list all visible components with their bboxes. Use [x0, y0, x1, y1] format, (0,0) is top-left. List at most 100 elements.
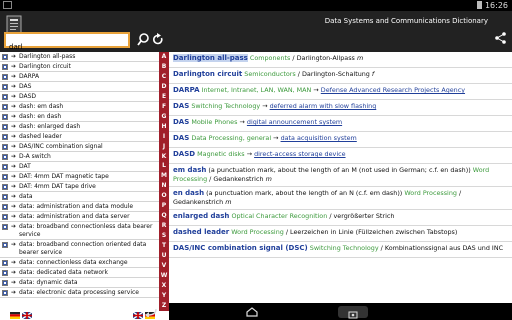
alphabet-letter-p[interactable]: P	[159, 201, 169, 211]
alphabet-letter-y[interactable]: Y	[159, 291, 169, 301]
dictionary-entry[interactable]: en dash (a punctuation mark, about the l…	[169, 187, 512, 210]
list-item[interactable]: ➔ dash: en dash	[0, 112, 159, 122]
alphabet-letter-z[interactable]: Z	[159, 301, 169, 311]
list-item[interactable]: ➔ data: electronic data processing servic…	[0, 288, 159, 298]
entry-term[interactable]: DARPA	[173, 86, 200, 94]
alphabet-letter-q[interactable]: Q	[159, 211, 169, 221]
list-item[interactable]: ➔ D-A switch	[0, 152, 159, 162]
entry-term[interactable]: enlarged dash	[173, 212, 229, 220]
entry-term[interactable]: Darlington circuit	[173, 70, 242, 78]
share-icon[interactable]	[495, 32, 506, 44]
entry-term[interactable]: en dash	[173, 189, 204, 197]
list-item[interactable]: ➔ DAT: 4mm DAT magnetic tape	[0, 172, 159, 182]
alphabet-letter-d[interactable]: D	[159, 82, 169, 92]
list-item[interactable]: ➔ DASD	[0, 92, 159, 102]
list-item[interactable]: ➔ DAS	[0, 82, 159, 92]
alphabet-letter-u[interactable]: U	[159, 251, 169, 261]
alphabet-letter-m[interactable]: M	[159, 171, 169, 181]
list-item[interactable]: ➔ Darlington circuit	[0, 62, 159, 72]
dictionary-entry[interactable]: em dash (a punctuation mark, about the l…	[169, 164, 512, 187]
recent-apps-button[interactable]	[338, 306, 368, 319]
list-item[interactable]: ➔ data: connectionless data exchange	[0, 258, 159, 268]
alphabet-letter-t[interactable]: T	[159, 241, 169, 251]
alphabet-letter-o[interactable]: O	[159, 191, 169, 201]
entry-term[interactable]: DAS	[173, 102, 189, 110]
alphabet-letter-a[interactable]: A	[159, 52, 169, 62]
list-item[interactable]: ➔ DAS/INC combination signal	[0, 142, 159, 152]
dictionary-entry[interactable]: DAS/INC combination signal (DSC) Switchi…	[169, 242, 512, 258]
list-item-label: data: administration and data module	[19, 203, 134, 210]
alphabet-letter-x[interactable]: X	[159, 281, 169, 291]
dictionary-entry[interactable]: Darlington all-pass Components / Darling…	[169, 52, 512, 68]
dictionary-entry[interactable]: DAS Data Processing, general → data acqu…	[169, 132, 512, 148]
entry-term[interactable]: DASD	[173, 150, 195, 158]
alphabet-letter-i[interactable]: I	[159, 132, 169, 142]
entry-term[interactable]: dashed leader	[173, 228, 229, 236]
entry-term[interactable]: DAS/INC combination signal (DSC)	[173, 244, 308, 252]
alphabet-letter-j[interactable]: J	[159, 142, 169, 152]
list-item[interactable]: ➔ DAT	[0, 162, 159, 172]
status-right: 16:26	[476, 0, 508, 11]
list-item[interactable]: ➔ DAT: 4mm DAT tape drive	[0, 182, 159, 192]
alphabet-letter-b[interactable]: B	[159, 62, 169, 72]
search-icon[interactable]	[137, 33, 149, 47]
home-icon[interactable]	[245, 307, 259, 317]
dictionary-entry[interactable]: enlarged dash Optical Character Recognit…	[169, 210, 512, 226]
entry-term[interactable]: Darlington all-pass	[173, 54, 248, 62]
entry-term[interactable]: DAS	[173, 134, 189, 142]
arrow-icon: ➔	[11, 269, 17, 276]
entry-link[interactable]: deferred alarm with slow flashing	[270, 102, 377, 110]
entry-term[interactable]: em dash	[173, 166, 206, 174]
flag-icon	[2, 104, 8, 110]
list-item[interactable]: ➔ dashed leader	[0, 132, 159, 142]
alphabet-letter-e[interactable]: E	[159, 92, 169, 102]
alphabet-letter-v[interactable]: V	[159, 261, 169, 271]
dictionary-entry[interactable]: dashed leader Word Processing / Leerzeic…	[169, 226, 512, 242]
alphabet-letter-h[interactable]: H	[159, 122, 169, 132]
dictionary-entry[interactable]: DAS Mobile Phones → digital announcement…	[169, 116, 512, 132]
alphabet-letter-w[interactable]: W	[159, 271, 169, 281]
refresh-icon[interactable]	[152, 33, 164, 47]
flag-icon	[2, 74, 8, 80]
list-item[interactable]: ➔ DARPA	[0, 72, 159, 82]
entry-link[interactable]: data acquisition system	[281, 134, 357, 142]
dictionary-entry[interactable]: DASD Magnetic disks → direct-access stor…	[169, 148, 512, 164]
back-icon[interactable]	[144, 307, 158, 317]
entry-term[interactable]: DAS	[173, 118, 189, 126]
entry-link[interactable]: direct-access storage device	[254, 150, 345, 158]
list-item[interactable]: ➔ data: broadband connection oriented dat…	[0, 240, 159, 258]
arrow-icon: ➔	[11, 103, 17, 110]
search-field[interactable]	[4, 32, 130, 53]
dictionary-entry[interactable]: DAS Switching Technology → deferred alar…	[169, 100, 512, 116]
entry-link[interactable]: Defense Advanced Research Projects Agenc…	[321, 86, 465, 94]
word-list[interactable]: ➔ Darlington all-pass ➔ Darlington circuit ➔…	[0, 52, 159, 311]
alphabet-letter-c[interactable]: C	[159, 72, 169, 82]
dictionary-entry[interactable]: Darlington circuit Semiconductors / Darl…	[169, 68, 512, 84]
alphabet-letter-r[interactable]: R	[159, 221, 169, 231]
list-item[interactable]: ➔ data: administration and data server	[0, 212, 159, 222]
alphabet-letter-k[interactable]: K	[159, 152, 169, 162]
entry-domain: Mobile Phones	[191, 118, 238, 126]
entry-link[interactable]: digital announcement system	[247, 118, 342, 126]
alphabet-letter-s[interactable]: S	[159, 231, 169, 241]
german-english-flag-icon[interactable]	[10, 312, 32, 319]
list-item[interactable]: ➔ data	[0, 192, 159, 202]
entry-domain: Internet, Intranet, LAN, WAN, MAN	[201, 86, 312, 94]
alphabet-letter-l[interactable]: L	[159, 161, 169, 171]
list-item-label: DAS	[19, 83, 32, 90]
list-item-label: data: electronic data processing service	[19, 289, 139, 296]
alphabet-letter-n[interactable]: N	[159, 181, 169, 191]
dictionary-entry[interactable]: DARPA Internet, Intranet, LAN, WAN, MAN …	[169, 84, 512, 100]
list-item[interactable]: ➔ dash: enlarged dash	[0, 122, 159, 132]
alphabet-letter-f[interactable]: F	[159, 102, 169, 112]
list-item-label: data: connectionless data exchange	[19, 259, 128, 266]
list-item[interactable]: ➔ data: dedicated data network	[0, 268, 159, 278]
list-item[interactable]: ➔ Darlington all-pass	[0, 52, 159, 62]
list-item[interactable]: ➔ data: administration and data module	[0, 202, 159, 212]
list-item[interactable]: ➔ data: dynamic data	[0, 278, 159, 288]
list-item[interactable]: ➔ data: broadband connectionless data bea…	[0, 222, 159, 240]
alphabet-index[interactable]: ABCDEFGHIJKLMNOPQRSTUVWXYZ	[159, 52, 169, 311]
alphabet-letter-g[interactable]: G	[159, 112, 169, 122]
entries-pane[interactable]: Darlington all-pass Components / Darling…	[169, 52, 512, 303]
list-item[interactable]: ➔ dash: em dash	[0, 102, 159, 112]
